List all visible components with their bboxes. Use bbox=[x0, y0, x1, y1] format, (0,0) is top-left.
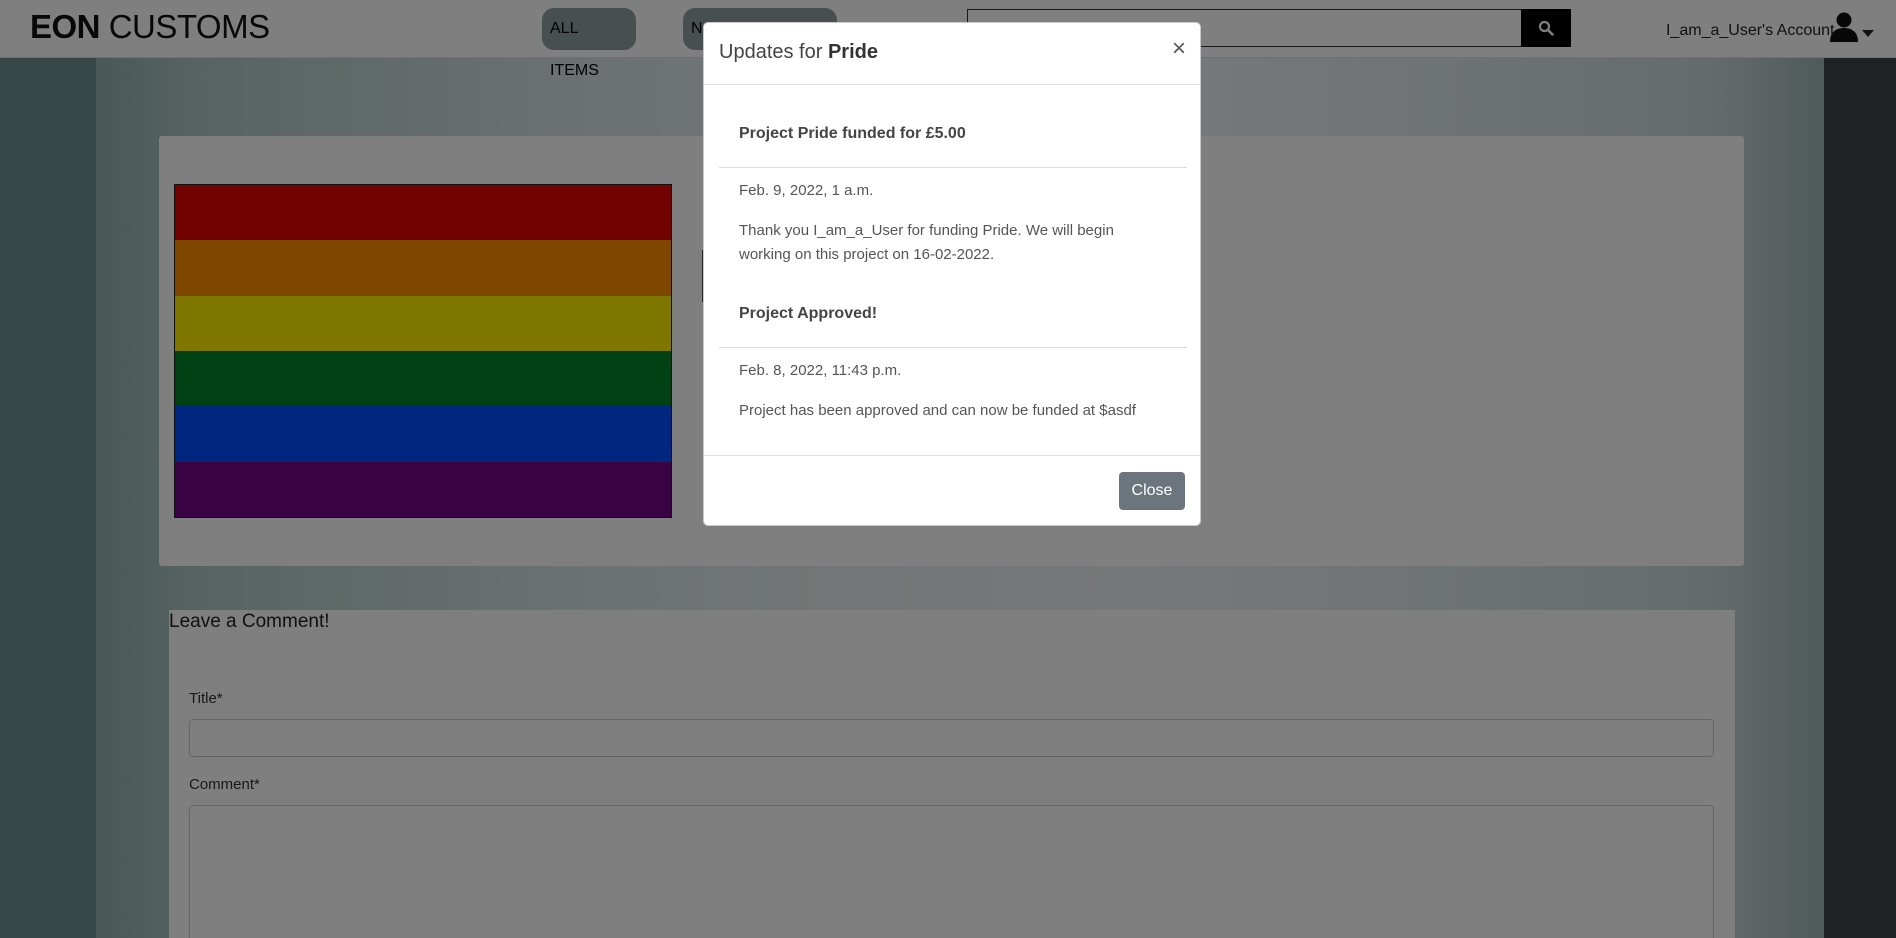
modal-title-project: Pride bbox=[827, 41, 878, 63]
modal-footer: Close bbox=[704, 455, 1200, 527]
update-title: Project Approved! bbox=[739, 305, 878, 322]
modal-title: Updates for Pride bbox=[719, 41, 878, 64]
update-item: Project Approved! Feb. 8, 2022, 11:43 p.… bbox=[719, 265, 1187, 445]
close-icon[interactable]: × bbox=[1172, 37, 1186, 61]
close-button[interactable]: Close bbox=[1119, 472, 1185, 510]
modal-header: Updates for Pride × bbox=[704, 23, 1200, 85]
update-date: Feb. 8, 2022, 11:43 p.m. bbox=[739, 362, 902, 379]
update-divider bbox=[719, 167, 1187, 168]
update-date: Feb. 9, 2022, 1 a.m. bbox=[739, 182, 874, 199]
modal-title-prefix: Updates for bbox=[719, 41, 828, 63]
update-title: Project Pride funded for £5.00 bbox=[739, 125, 966, 142]
updates-modal: Updates for Pride × Project Pride funded… bbox=[703, 22, 1201, 526]
update-body: Thank you I_am_a_User for funding Pride.… bbox=[739, 222, 1114, 263]
update-body: Project has been approved and can now be… bbox=[739, 402, 1136, 419]
update-divider bbox=[719, 347, 1187, 348]
update-item: Project Pride funded for £5.00 Feb. 9, 2… bbox=[719, 85, 1187, 265]
